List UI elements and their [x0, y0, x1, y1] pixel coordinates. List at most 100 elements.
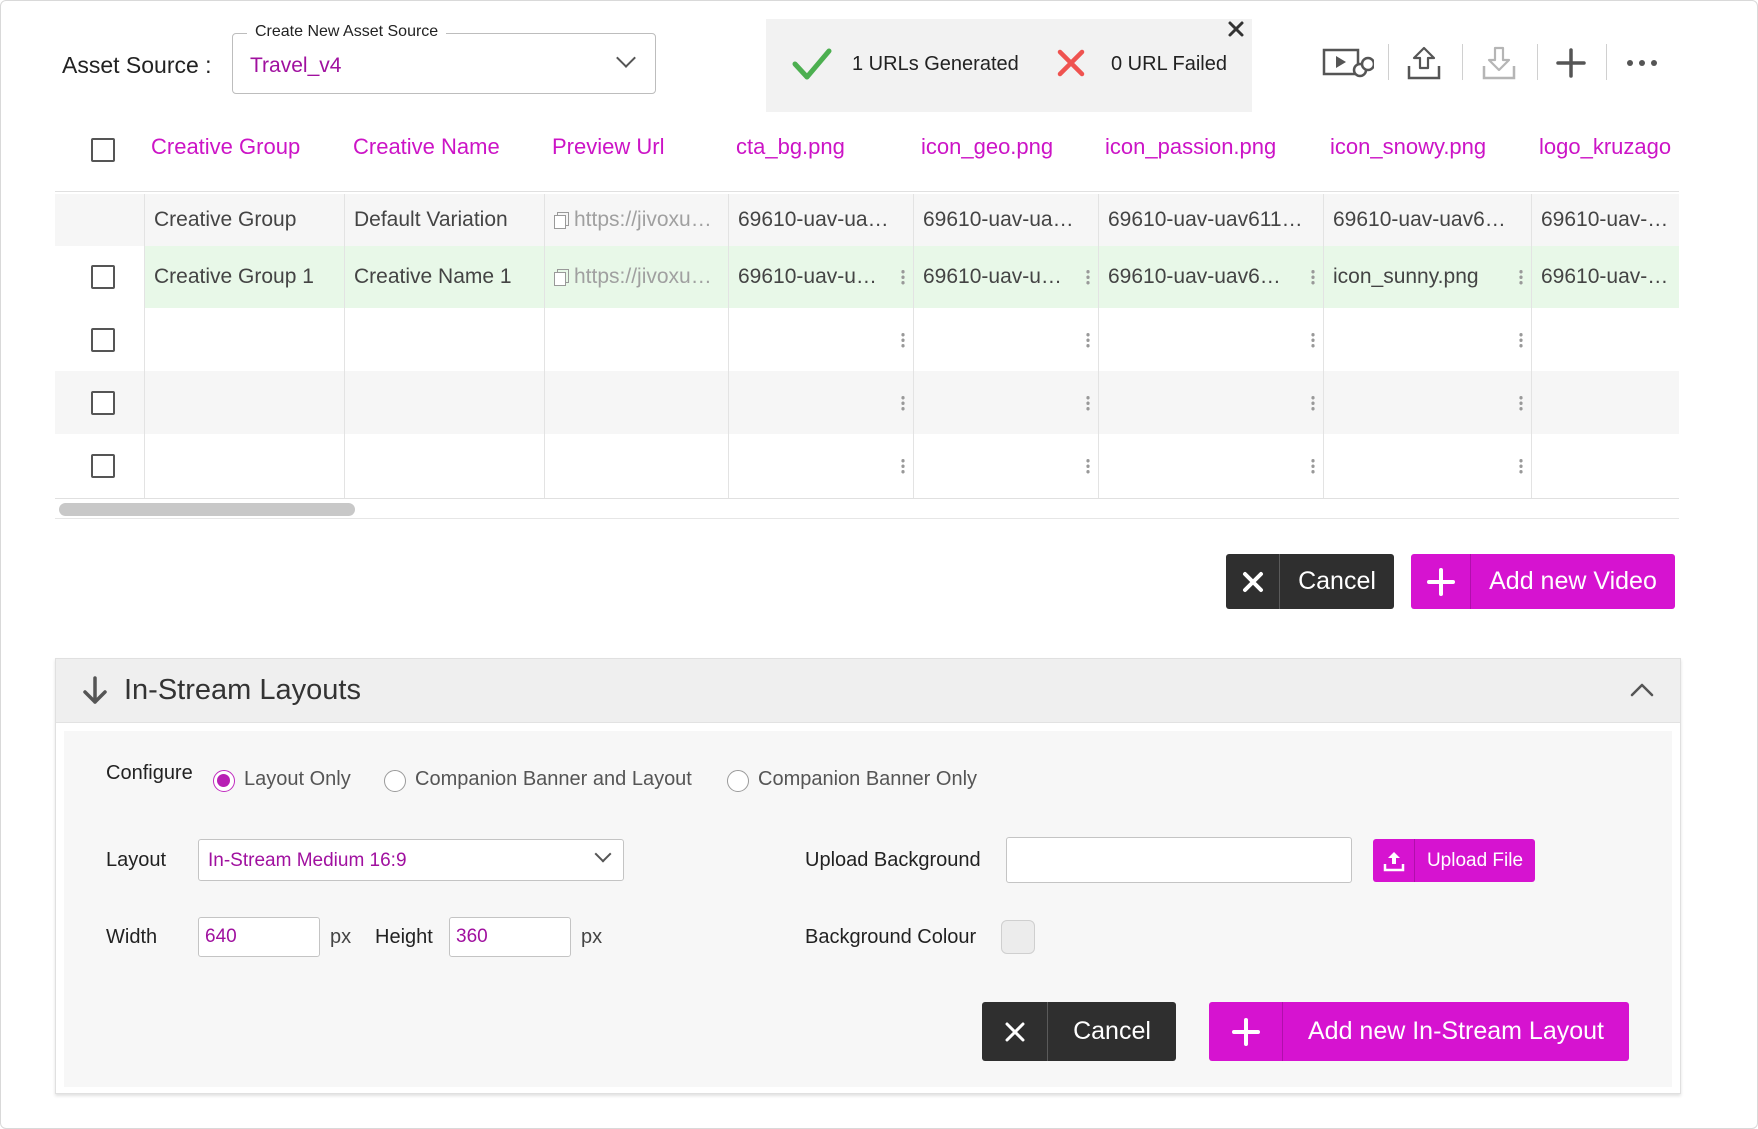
table-row[interactable]: [55, 308, 1679, 371]
table-cell[interactable]: [1098, 371, 1323, 434]
cell-menu-icon[interactable]: [1519, 458, 1523, 474]
preview-url-cell[interactable]: https://jivoxu…: [544, 194, 728, 246]
table-cell[interactable]: 69610-uav-uav611…: [1098, 194, 1323, 246]
upload-background-input[interactable]: [1006, 837, 1352, 883]
cell-menu-icon[interactable]: [901, 269, 905, 285]
more-icon[interactable]: [1626, 42, 1658, 84]
close-icon[interactable]: [1226, 19, 1246, 39]
table-cell[interactable]: [913, 308, 1098, 371]
table-cell[interactable]: [728, 434, 913, 498]
table-cell[interactable]: [1323, 308, 1531, 371]
height-input[interactable]: 360: [449, 917, 571, 957]
column-header[interactable]: Creative Name: [353, 134, 500, 160]
upload-file-button[interactable]: Upload File: [1373, 839, 1535, 882]
cell-menu-icon[interactable]: [1311, 458, 1315, 474]
cell-menu-icon[interactable]: [1086, 331, 1090, 348]
table-cell[interactable]: [1323, 434, 1531, 498]
table-cell[interactable]: [1531, 434, 1679, 498]
table-cell[interactable]: [144, 308, 344, 371]
plus-icon[interactable]: [1556, 42, 1586, 84]
table-cell[interactable]: [544, 434, 728, 498]
table-row[interactable]: Creative Group 1 Creative Name 1 https:/…: [55, 246, 1679, 308]
table-cell[interactable]: [1531, 371, 1679, 434]
table-cell[interactable]: Default Variation: [344, 194, 544, 246]
column-header[interactable]: Preview Url: [552, 134, 664, 160]
row-checkbox[interactable]: [91, 265, 115, 289]
column-header[interactable]: icon_snowy.png: [1330, 134, 1486, 160]
cell-menu-icon[interactable]: [1311, 394, 1315, 411]
cell-menu-icon[interactable]: [901, 331, 905, 348]
horizontal-scrollbar[interactable]: [55, 503, 1679, 519]
table-cell[interactable]: [1323, 371, 1531, 434]
radio-companion-banner-only[interactable]: [727, 770, 749, 792]
table-cell[interactable]: [544, 308, 728, 371]
column-header[interactable]: logo_kruzago: [1539, 134, 1671, 160]
table-row[interactable]: [55, 371, 1679, 434]
table-cell[interactable]: 69610-uav-u…: [728, 246, 913, 308]
cell-menu-icon[interactable]: [1519, 269, 1523, 285]
background-colour-swatch[interactable]: [1001, 920, 1035, 954]
table-cell[interactable]: Creative Group 1: [144, 246, 344, 308]
radio-companion-banner-and-layout-label[interactable]: Companion Banner and Layout: [415, 768, 692, 791]
table-cell[interactable]: 69610-uav-u…: [913, 246, 1098, 308]
radio-companion-banner-and-layout[interactable]: [384, 770, 406, 792]
row-checkbox[interactable]: [91, 454, 115, 478]
cancel-video-button[interactable]: Cancel: [1226, 554, 1394, 609]
table-cell[interactable]: [144, 434, 344, 498]
cell-menu-icon[interactable]: [1519, 394, 1523, 411]
chevron-up-icon[interactable]: [1630, 683, 1654, 697]
section-header[interactable]: In-Stream Layouts: [56, 659, 1680, 723]
radio-layout-only[interactable]: [213, 770, 235, 792]
table-cell[interactable]: [1098, 434, 1323, 498]
layout-select[interactable]: In-Stream Medium 16:9: [198, 839, 624, 881]
table-cell[interactable]: [913, 371, 1098, 434]
table-cell[interactable]: 69610-uav-ua…: [728, 194, 913, 246]
table-cell[interactable]: 69610-uav-uav: [1531, 194, 1679, 246]
table-cell[interactable]: 69610-uav-uav: [1531, 246, 1679, 308]
table-cell[interactable]: [913, 434, 1098, 498]
table-cell[interactable]: [344, 434, 544, 498]
radio-companion-banner-only-label[interactable]: Companion Banner Only: [758, 768, 977, 791]
preview-url-cell[interactable]: https://jivoxu…: [544, 246, 728, 308]
table-cell[interactable]: [344, 371, 544, 434]
add-new-in-stream-layout-button[interactable]: Add new In-Stream Layout: [1209, 1002, 1629, 1061]
row-checkbox[interactable]: [91, 328, 115, 352]
download-icon[interactable]: [1481, 42, 1517, 84]
cell-menu-icon[interactable]: [901, 394, 905, 411]
table-cell[interactable]: Creative Group: [144, 194, 344, 246]
upload-icon[interactable]: [1406, 42, 1442, 84]
scrollbar-thumb[interactable]: [59, 503, 355, 516]
cell-menu-icon[interactable]: [1086, 458, 1090, 474]
table-row[interactable]: [55, 434, 1679, 498]
table-cell[interactable]: 69610-uav-uav6…: [1098, 246, 1323, 308]
table-cell[interactable]: [544, 371, 728, 434]
table-cell[interactable]: icon_sunny.png: [1323, 246, 1531, 308]
column-header[interactable]: Creative Group: [151, 134, 300, 160]
table-cell[interactable]: [344, 308, 544, 371]
table-cell[interactable]: 69610-uav-uav6…: [1323, 194, 1531, 246]
cell-menu-icon[interactable]: [1311, 269, 1315, 285]
asset-source-select[interactable]: Create New Asset Source Travel_v4: [232, 23, 656, 94]
table-cell[interactable]: 69610-uav-ua…: [913, 194, 1098, 246]
select-all-checkbox[interactable]: [91, 138, 115, 162]
column-header[interactable]: cta_bg.png: [736, 134, 845, 160]
cell-menu-icon[interactable]: [1311, 331, 1315, 348]
radio-layout-only-label[interactable]: Layout Only: [244, 768, 351, 791]
cancel-layout-button[interactable]: Cancel: [982, 1002, 1176, 1061]
column-header[interactable]: icon_passion.png: [1105, 134, 1276, 160]
row-checkbox[interactable]: [91, 391, 115, 415]
add-new-video-button[interactable]: Add new Video: [1411, 554, 1675, 609]
cell-menu-icon[interactable]: [1519, 331, 1523, 348]
table-cell[interactable]: [1098, 308, 1323, 371]
copy-icon[interactable]: [554, 212, 569, 229]
table-cell[interactable]: [1531, 308, 1679, 371]
table-cell[interactable]: Creative Name 1: [344, 246, 544, 308]
column-header[interactable]: icon_geo.png: [921, 134, 1053, 160]
table-cell[interactable]: [728, 308, 913, 371]
video-link-icon[interactable]: [1322, 42, 1374, 84]
cell-menu-icon[interactable]: [901, 458, 905, 474]
copy-icon[interactable]: [554, 269, 569, 286]
width-input[interactable]: 640: [198, 917, 320, 957]
table-cell[interactable]: [728, 371, 913, 434]
table-cell[interactable]: [144, 371, 344, 434]
